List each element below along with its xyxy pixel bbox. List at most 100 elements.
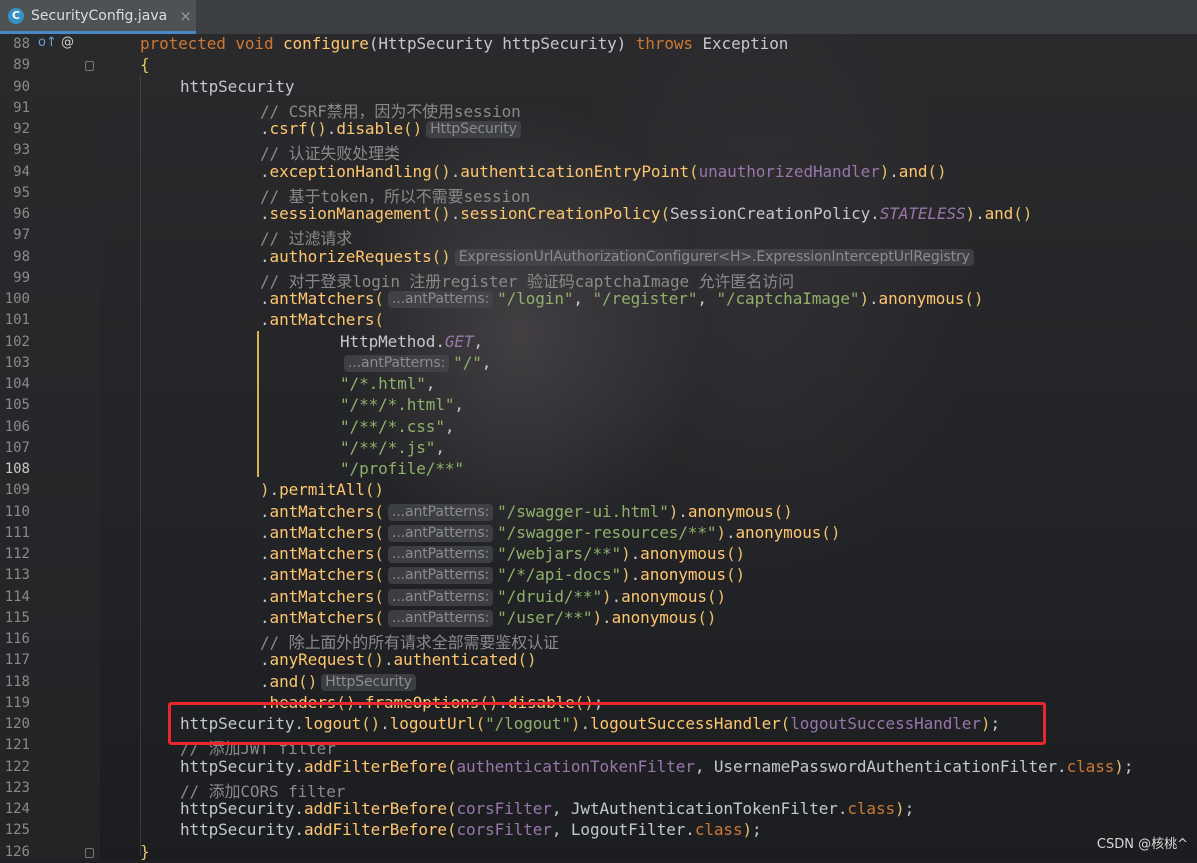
code-line[interactable]: 116 // 除上面外的所有请求全部需要鉴权认证 (0, 629, 1197, 652)
code-text: .anyRequest().authenticated() (260, 650, 537, 669)
code-token: ( (374, 565, 384, 585)
code-line[interactable]: 111 .antMatchers(...antPatterns: "/swagger… (0, 523, 1197, 544)
code-token: ( (374, 310, 384, 330)
code-token: () (307, 119, 327, 138)
close-icon[interactable]: × (179, 7, 192, 25)
code-line[interactable]: 123 // 添加CORS filter (0, 778, 1197, 801)
code-token: , UsernamePasswordAuthenticationFilter. (694, 756, 1067, 776)
code-token: "/*/api-docs" (497, 565, 622, 585)
code-token: (HttpSecurity httpSecurity) (368, 34, 636, 53)
line-number: 116 (4, 631, 30, 647)
code-line[interactable]: 118 .and() HttpSecurity (0, 672, 1197, 693)
override-icon[interactable]: o↑ (38, 35, 57, 50)
line-number: 122 (4, 758, 30, 775)
code-line[interactable]: 113 .antMatchers(...antPatterns: "/*/api-d… (0, 565, 1197, 586)
line-number: 93 (13, 142, 30, 159)
line-number: 126 (4, 843, 30, 860)
code-line[interactable]: 98 .authorizeRequests() ExpressionUrlAutho… (0, 247, 1197, 268)
line-number: 110 (4, 503, 30, 520)
code-line[interactable]: 94 .exceptionHandling().authenticationEnt… (0, 162, 1197, 183)
code-line[interactable]: 90 httpSecurity (0, 77, 1197, 98)
tab-securityconfig-java[interactable]: C SecurityConfig.java × (0, 0, 196, 34)
code-line[interactable]: 93 // 认证失败处理类 (0, 140, 1197, 163)
code-line[interactable]: 95 // 基于token，所以不需要session (0, 183, 1197, 206)
code-token: STATELESS (879, 204, 966, 223)
fold-marker-icon[interactable] (85, 847, 94, 858)
code-token: "/profile/**" (340, 459, 464, 478)
code-line[interactable]: 117 .anyRequest().authenticated() (0, 650, 1197, 671)
code-line[interactable]: 115 .antMatchers(...antPatterns: "/user/**… (0, 608, 1197, 629)
code-line[interactable]: 103 ...antPatterns: "/", (0, 353, 1197, 374)
parameter-hint: ...antPatterns: (387, 503, 494, 521)
code-token: "/druid/**" (497, 586, 603, 606)
code-line[interactable]: 126} (0, 842, 1197, 863)
code-line[interactable]: 104 "/*.html", (0, 374, 1197, 395)
code-line[interactable]: 100 .antMatchers(...antPatterns: "/login",… (0, 289, 1197, 310)
code-token: ) (1114, 756, 1124, 776)
code-line[interactable]: 112 .antMatchers(...antPatterns: "/webjars… (0, 544, 1197, 565)
code-line[interactable]: 109).permitAll() (0, 480, 1197, 501)
code-token: unauthorizedHandler (698, 161, 880, 181)
line-number: 118 (4, 673, 30, 690)
line-number: 114 (4, 588, 30, 605)
code-text: { (140, 55, 150, 74)
code-line[interactable]: 106 "/**/*.css", (0, 417, 1197, 438)
code-token: ) (895, 799, 905, 818)
code-line[interactable]: 97 // 过滤请求 (0, 225, 1197, 249)
annotation-icon[interactable]: @ (57, 35, 74, 50)
line-number: 117 (4, 652, 30, 669)
code-token: . (260, 650, 270, 670)
code-comment: // 过滤请求 (260, 229, 353, 249)
code-token: . (260, 565, 270, 585)
line-number: 101 (4, 312, 30, 329)
code-line[interactable]: 101 .antMatchers( (0, 310, 1197, 331)
code-token: ( (374, 607, 384, 627)
code-token: () (364, 650, 384, 670)
code-line[interactable]: 122 httpSecurity.addFilterBefore(authenti… (0, 757, 1197, 778)
code-line[interactable]: 96 .sessionManagement().sessionCreationPo… (0, 204, 1197, 225)
code-line[interactable]: 125 httpSecurity.addFilterBefore(corsFilt… (0, 820, 1197, 841)
code-line[interactable]: 92 .csrf().disable() HttpSecurity (0, 119, 1197, 140)
parameter-hint: ExpressionUrlAuthorizationConfigurer<H>.… (454, 248, 974, 266)
code-line[interactable]: 108 "/profile/**" (0, 459, 1197, 480)
code-token: . (260, 204, 270, 223)
code-token: ) (716, 522, 726, 542)
code-token: anonymous (640, 565, 726, 585)
code-token: antMatchers (269, 586, 375, 606)
code-text: .antMatchers(...antPatterns: "/user/**").… (260, 607, 717, 627)
code-token: and (269, 671, 299, 691)
code-line[interactable]: 124 httpSecurity.addFilterBefore(corsFilt… (0, 799, 1197, 820)
code-text: HttpMethod.GET, (340, 332, 483, 351)
code-line[interactable]: 89 { (0, 55, 1197, 76)
code-token: "/webjars/**" (497, 544, 622, 563)
code-line[interactable]: 99 // 对于登录login 注册register 验证码captchaImag… (0, 268, 1197, 291)
line-number: 119 (4, 694, 30, 711)
code-line[interactable]: 114 .antMatchers(...antPatterns: "/druid/*… (0, 587, 1197, 608)
code-token: , (473, 331, 484, 351)
code-token: ) (668, 501, 679, 521)
line-number: 99 (13, 269, 30, 286)
code-token: class (1066, 756, 1115, 776)
code-token: ( (374, 501, 384, 521)
code-line[interactable]: 91 // CSRF禁用，因为不使用session (0, 98, 1197, 121)
code-line[interactable]: 102 HttpMethod.GET, (0, 332, 1197, 353)
parameter-hint: ...antPatterns: (387, 546, 494, 563)
code-token: ) (859, 289, 869, 308)
code-line[interactable]: 105 "/**/*.html", (0, 395, 1197, 416)
code-line[interactable]: 88 protected void configure(HttpSecurity … (0, 34, 1197, 55)
code-token: configure (283, 34, 369, 53)
override-method-icon[interactable]: o↑ @ (38, 35, 74, 50)
code-line[interactable]: 107 "/**/*.js", (0, 438, 1197, 459)
code-token: "/user/**" (497, 607, 593, 627)
code-token: "/captchaImage" (716, 289, 860, 308)
code-token: () (964, 289, 984, 308)
code-token: } (140, 841, 150, 861)
code-line[interactable]: 110 .antMatchers(...antPatterns: "/swagger… (0, 502, 1197, 523)
code-editor[interactable]: 88 protected void configure(HttpSecurity … (0, 34, 1197, 863)
code-text: } (140, 842, 150, 861)
fold-marker-icon[interactable] (85, 61, 94, 72)
code-token: () (697, 607, 717, 627)
line-number: 90 (13, 78, 30, 95)
parameter-hint: ...antPatterns: (387, 291, 494, 308)
parameter-hint: ...antPatterns: (387, 588, 494, 606)
